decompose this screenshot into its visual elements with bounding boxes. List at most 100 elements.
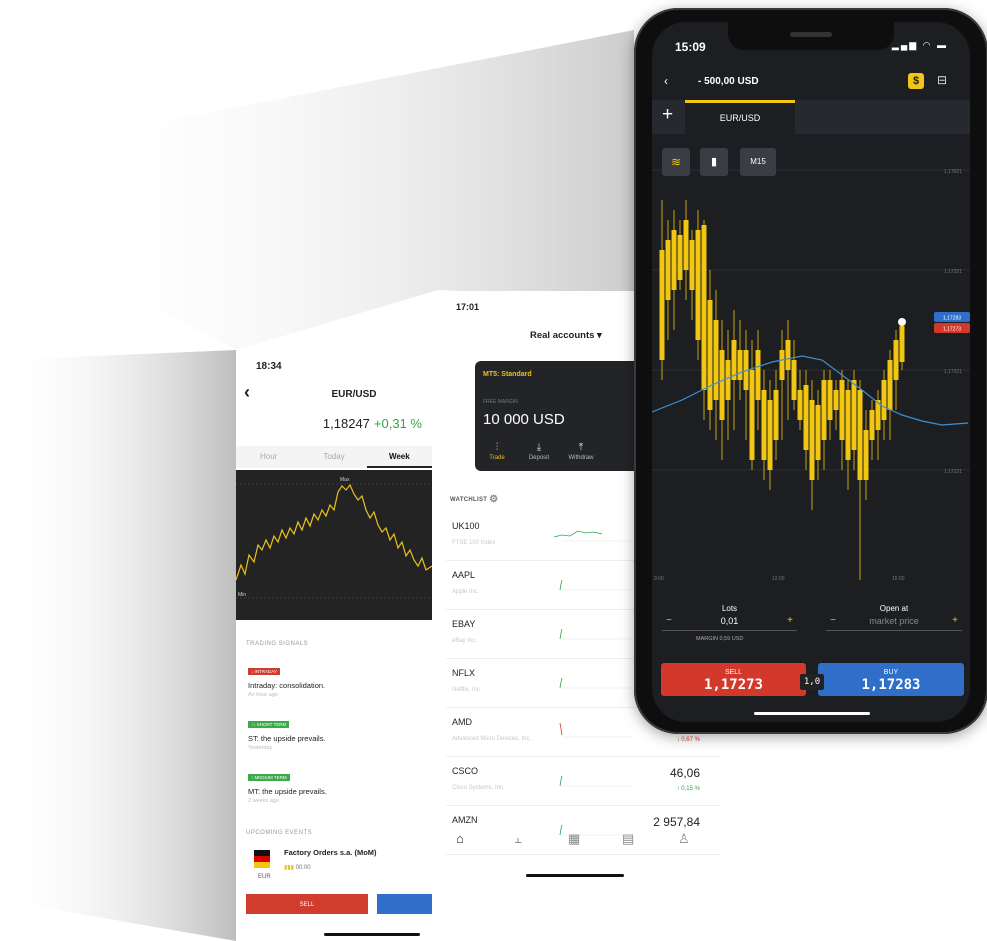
- lots-field[interactable]: Lots − 0,01 +: [662, 604, 797, 631]
- candle-body: [701, 225, 707, 390]
- gear-icon[interactable]: ⚙: [489, 494, 498, 505]
- signal-time: 2 weeks ago: [248, 798, 279, 804]
- account-label: MT5: Standard: [483, 371, 532, 378]
- timeframe-selector[interactable]: M15: [740, 148, 776, 176]
- minus-icon[interactable]: −: [830, 615, 836, 626]
- candle-body: [785, 340, 791, 370]
- lots-stepper[interactable]: − 0,01 +: [662, 615, 797, 631]
- sparkline: [559, 775, 632, 787]
- signal-text: ST: the upside prevails.: [248, 734, 326, 743]
- price-change: +0,31 %: [373, 416, 422, 431]
- tab-week[interactable]: Week: [366, 446, 432, 468]
- markets-icon[interactable]: ⫠: [514, 831, 522, 847]
- sparkline: [559, 579, 632, 591]
- margin-text: MARGIN 0,59 USD: [696, 636, 744, 642]
- free-margin-label: FREE MARGIN: [483, 399, 518, 405]
- account-balance: 10 000 USD: [483, 411, 565, 428]
- signal-item[interactable]: ↑ MEDIUM TERM MT: the upside prevails. 2…: [248, 766, 424, 804]
- sell-button[interactable]: SELL: [246, 894, 368, 914]
- news-icon[interactable]: ▤: [622, 831, 634, 847]
- signal-item[interactable]: ↑↑ SHORT TERM ST: the upside prevails. Y…: [248, 713, 424, 751]
- status-icons: ▂▄▆ ◠ ▬: [891, 40, 948, 50]
- candle-body: [887, 360, 893, 410]
- trade-button[interactable]: ⫶ Trade: [477, 442, 517, 462]
- lots-value: 0,01: [720, 616, 739, 626]
- open-at-value: market price: [869, 616, 919, 626]
- candle-body: [695, 230, 701, 340]
- sparkline: [553, 530, 632, 542]
- account-selector[interactable]: Real accounts ▾: [530, 330, 602, 341]
- trade-icon: ⫶: [495, 442, 499, 453]
- candle-body: [863, 430, 869, 480]
- sparkline: [559, 628, 632, 640]
- instrument-name: Netflix, Inc.: [452, 687, 482, 693]
- price-change: ↑ 0,15 %: [676, 786, 700, 792]
- layers-icon[interactable]: ≋: [662, 148, 690, 176]
- trading-screen: 15:09 ▂▄▆ ◠ ▬ ‹ - 500,00 USD $ ⊟ + EUR/U…: [652, 22, 970, 722]
- event-time: 00:00: [295, 865, 311, 871]
- time-axis-label: 15:00: [892, 576, 905, 582]
- tab-today[interactable]: Today: [301, 446, 366, 468]
- price-axis-label: 1,17121: [944, 469, 962, 475]
- briefcase-icon[interactable]: ⊟: [937, 73, 947, 87]
- chart-min-label: Min: [238, 592, 246, 598]
- instrument-name: Apple Inc.: [452, 589, 479, 595]
- watchlist-row[interactable]: CSCO Cisco Systems, Inc. 46,06 ↑ 0,15 %: [438, 758, 728, 806]
- time-axis-label: 12:00: [772, 576, 785, 582]
- sell-button[interactable]: SELL 1,17273: [661, 663, 806, 696]
- minus-icon[interactable]: −: [666, 615, 672, 626]
- open-at-stepper[interactable]: − market price +: [826, 615, 962, 631]
- phone-trading: 15:09 ▂▄▆ ◠ ▬ ‹ - 500,00 USD $ ⊟ + EUR/U…: [634, 8, 987, 734]
- candle-body: [857, 390, 863, 480]
- deposit-dollar-icon[interactable]: $: [908, 73, 924, 89]
- tab-eurusd[interactable]: EUR/USD: [685, 100, 795, 134]
- event-time-row: ▮▮▮ 00:00: [284, 864, 364, 871]
- candle-body: [731, 340, 737, 380]
- buy-button[interactable]: BUY 1,17283: [818, 663, 964, 696]
- back-icon[interactable]: ‹: [664, 74, 668, 88]
- candles-icon[interactable]: ▮: [700, 148, 728, 176]
- withdraw-label: Withdraw: [568, 455, 594, 461]
- page-title: EUR/USD: [331, 389, 377, 400]
- open-at-field[interactable]: Open at − market price +: [826, 604, 962, 631]
- event-currency: EUR: [258, 874, 271, 880]
- price-chart[interactable]: Max Min: [236, 470, 432, 620]
- buy-button[interactable]: BUY: [377, 894, 432, 914]
- candle-body: [773, 390, 779, 440]
- candle-body: [839, 380, 845, 440]
- plus-icon[interactable]: +: [787, 615, 793, 626]
- home-indicator: [754, 712, 870, 715]
- withdraw-button[interactable]: ⤒ Withdraw: [561, 442, 601, 462]
- signal-badge: ↑↑ SHORT TERM: [248, 721, 290, 728]
- impact-icon: ▮▮▮: [284, 865, 294, 871]
- current-price-marker: [898, 318, 906, 326]
- candle-body: [779, 350, 785, 380]
- candle-body: [755, 350, 761, 400]
- add-tab-icon[interactable]: +: [662, 105, 673, 125]
- tab-hour[interactable]: Hour: [236, 446, 301, 468]
- instrument-name: FTSE 100 Index: [452, 540, 496, 546]
- deposit-button[interactable]: ⤓ Deposit: [519, 443, 559, 462]
- home-indicator: [526, 874, 624, 877]
- sell-label: SELL: [724, 669, 743, 676]
- signal-time: An hour ago: [248, 692, 278, 698]
- instrument-name: Advanced Micro Devices, Inc.: [452, 736, 532, 742]
- home-icon[interactable]: ⌂: [456, 831, 464, 846]
- candle-body: [851, 380, 857, 450]
- plus-icon[interactable]: +: [952, 615, 958, 626]
- withdraw-icon: ⤒: [578, 442, 584, 453]
- candle-body: [893, 340, 899, 380]
- candle-body: [671, 230, 677, 290]
- spread-value: 1,0: [800, 674, 824, 690]
- signal-item[interactable]: ↓ INTRADAY Intraday: consolidation. An h…: [248, 660, 424, 698]
- candle-body: [791, 360, 797, 400]
- candlestick-chart[interactable]: 1,17621 1,17321 1,17221 1,17121 9:00 12:00 15:…: [652, 140, 970, 590]
- buy-price: 1,17283: [861, 677, 921, 693]
- row-divider: [446, 756, 720, 757]
- candle-body: [719, 350, 725, 420]
- candle-body: [665, 240, 671, 300]
- calendar-icon[interactable]: ▦: [568, 831, 580, 847]
- bottom-nav: ⌂ ⫠ ▦ ▤ ♙: [438, 831, 728, 851]
- profile-icon[interactable]: ♙: [678, 831, 690, 847]
- candle-body: [683, 220, 689, 270]
